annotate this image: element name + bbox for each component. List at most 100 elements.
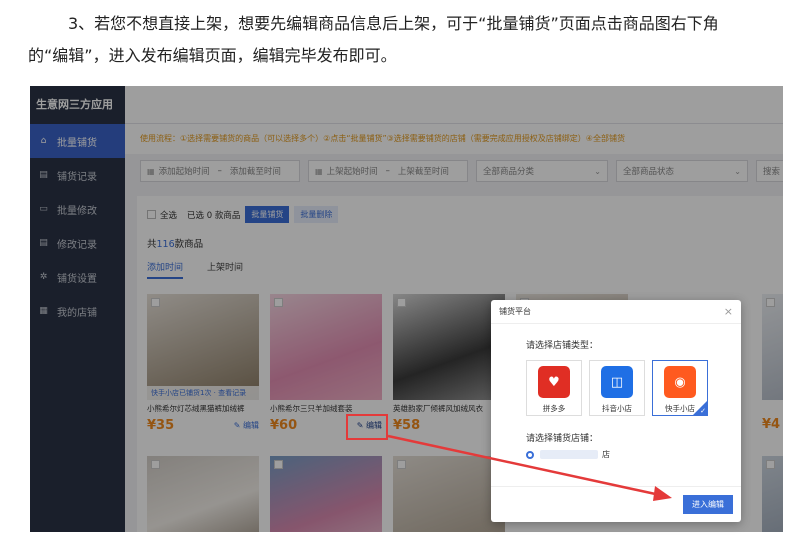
product-checkbox[interactable] — [397, 298, 406, 307]
product-image[interactable] — [270, 294, 382, 400]
record-icon: ▤ — [39, 238, 48, 248]
sidebar-item-edit-records[interactable]: ▤ 修改记录 — [30, 226, 125, 260]
edit-icon: ✎ — [233, 421, 241, 430]
search-input[interactable]: 搜索 — [756, 160, 783, 182]
sidebar-item-label: 我的店铺 — [57, 307, 97, 319]
selected-count: 已选 0 款商品 — [187, 210, 241, 221]
product-card[interactable] — [762, 456, 783, 532]
app-title: 生意网三方应用 — [36, 98, 113, 111]
top-bar — [125, 86, 783, 124]
modal-title: 铺货平台 — [499, 307, 531, 316]
product-image[interactable] — [762, 456, 783, 532]
calendar-icon: ▦ — [315, 166, 323, 176]
product-name: 小熊希尔灯芯绒黑猫裤加绒裤 — [147, 404, 245, 413]
sidebar-item-label: 批量铺货 — [57, 137, 97, 149]
tab-add-time[interactable]: 添加时间 — [147, 260, 184, 279]
platform-pinduoduo[interactable]: ♥ 拼多多 — [526, 360, 582, 416]
product-name: 小熊希尔三只羊加绒套装 — [270, 404, 353, 413]
product-checkbox[interactable] — [397, 460, 406, 469]
pinduoduo-logo-icon: ♥ — [538, 366, 570, 398]
platform-modal: 铺货平台 × 请选择店铺类型： ♥ 拼多多 ◫ 抖音小店 ◉ 快手小店 ✓ 请选… — [491, 300, 741, 522]
product-price: ¥58 — [393, 418, 421, 433]
add-start-placeholder: 添加起始时间 — [158, 167, 210, 177]
product-checkbox[interactable] — [274, 460, 283, 469]
product-image[interactable]: 快手小店已铺货1次 · 查看记录 — [147, 294, 259, 400]
product-image[interactable] — [147, 456, 259, 532]
platform-douyin[interactable]: ◫ 抖音小店 — [589, 360, 645, 416]
add-end-placeholder: 添加截至时间 — [229, 167, 281, 177]
enter-edit-button[interactable]: 进入编辑 — [683, 495, 733, 514]
product-checkbox[interactable] — [766, 460, 775, 469]
product-price: ¥60 — [270, 418, 298, 433]
product-card[interactable] — [270, 456, 382, 532]
list-icon: ▤ — [39, 170, 48, 180]
add-time-range[interactable]: ▦ 添加起始时间 – 添加截至时间 — [140, 160, 300, 182]
shop-label: 请选择铺货店铺： — [526, 434, 599, 444]
product-card[interactable] — [147, 456, 259, 532]
sidebar-item-listing-records[interactable]: ▤ 铺货记录 — [30, 158, 125, 192]
product-card[interactable]: 英雄韵家厂倾裤风加绒风衣 ¥58 — [393, 294, 505, 433]
product-checkbox[interactable] — [766, 298, 775, 307]
platform-options: ♥ 拼多多 ◫ 抖音小店 ◉ 快手小店 ✓ — [526, 360, 715, 416]
category-select[interactable]: 全部商品分类 ⌄ — [476, 160, 608, 182]
platform-name: 拼多多 — [542, 404, 566, 413]
sidebar-item-label: 批量修改 — [57, 205, 97, 217]
selection-bar: 全选 已选 0 款商品 批量铺货 批量删除 — [147, 206, 339, 223]
instruction-text: 3、若您不想直接上架，想要先编辑商品信息后上架，可于“批量铺货”页面点击商品图右… — [28, 8, 788, 72]
product-card[interactable]: 快手小店已铺货1次 · 查看记录 小熊希尔灯芯绒黑猫裤加绒裤 ¥35 ✎ 编辑 — [147, 294, 259, 433]
product-checkbox[interactable] — [274, 298, 283, 307]
batch-delete-button[interactable]: 批量删除 — [294, 206, 339, 223]
product-name: 英雄韵家厂倾裤风加绒风衣 — [393, 404, 483, 413]
shop-icon: ▦ — [39, 306, 48, 316]
product-card[interactable]: ¥4 — [762, 294, 783, 432]
calendar-icon: ▦ — [147, 166, 155, 176]
product-checkbox[interactable] — [151, 460, 160, 469]
close-icon[interactable]: × — [724, 305, 733, 318]
instruction-line-1: 3、若您不想直接上架，想要先编辑商品信息后上架，可于“批量铺货”页面点击商品图右… — [68, 14, 719, 33]
chevron-down-icon: ⌄ — [734, 166, 741, 176]
product-card[interactable]: 小熊希尔三只羊加绒套装 ¥60 ✎ 编辑 — [270, 294, 382, 433]
product-image[interactable] — [762, 294, 783, 400]
edit-button[interactable]: ✎ 编辑 — [234, 420, 259, 431]
edit-icon: ✎ — [356, 421, 364, 430]
edit-button-highlighted[interactable]: ✎ 编辑 — [357, 420, 382, 431]
product-card[interactable] — [393, 456, 505, 532]
usage-notice: 使用流程：①选择需要铺货的商品（可以选择多个）②点击“批量铺货”③选择需要铺货的… — [125, 124, 783, 154]
sidebar-item-label: 铺货记录 — [57, 171, 97, 183]
kuaishou-logo-icon: ◉ — [664, 366, 696, 398]
shop-radio[interactable] — [526, 450, 534, 459]
product-image[interactable] — [393, 294, 505, 400]
sidebar-item-batch-edit[interactable]: ▭ 批量修改 — [30, 192, 125, 226]
product-image[interactable] — [270, 456, 382, 532]
batch-listing-button[interactable]: 批量铺货 — [245, 206, 290, 223]
sidebar: 生意网三方应用 ⌂ 批量铺货 ▤ 铺货记录 ▭ 批量修改 ▤ 修改记录 ✲ 铺货… — [30, 86, 125, 532]
listed-banner[interactable]: 快手小店已铺货1次 · 查看记录 — [147, 386, 259, 400]
product-price: ¥4 — [762, 417, 781, 432]
sidebar-item-batch-listing[interactable]: ⌂ 批量铺货 — [30, 124, 125, 158]
sidebar-item-settings[interactable]: ✲ 铺货设置 — [30, 260, 125, 294]
tab-list-time[interactable]: 上架时间 — [207, 260, 243, 279]
shop-type-label: 请选择店铺类型： — [526, 341, 599, 351]
sidebar-item-my-shop[interactable]: ▦ 我的店铺 — [30, 294, 125, 328]
list-time-range[interactable]: ▦ 上架起始时间 – 上架截至时间 — [308, 160, 468, 182]
platform-kuaishou[interactable]: ◉ 快手小店 ✓ — [652, 360, 708, 416]
edit-icon: ▭ — [39, 204, 48, 214]
status-select[interactable]: 全部商品状态 ⌄ — [616, 160, 748, 182]
product-price: ¥35 — [147, 418, 175, 433]
product-total: 共116款商品 — [147, 239, 204, 250]
home-icon: ⌂ — [40, 136, 47, 146]
modal-footer: 进入编辑 — [491, 486, 741, 522]
shop-option[interactable]: 店 — [526, 449, 610, 460]
check-icon: ✓ — [700, 407, 706, 415]
sort-tabs: 添加时间 上架时间 — [147, 260, 267, 279]
select-all-checkbox[interactable] — [147, 210, 156, 219]
product-checkbox[interactable] — [151, 298, 160, 307]
list-end-placeholder: 上架截至时间 — [397, 167, 449, 177]
list-start-placeholder: 上架起始时间 — [326, 167, 378, 177]
select-all-label: 全选 — [160, 210, 178, 221]
product-image[interactable] — [393, 456, 505, 532]
platform-name: 抖音小店 — [602, 404, 632, 413]
platform-name: 快手小店 — [665, 404, 695, 413]
chevron-down-icon: ⌄ — [594, 166, 601, 176]
douyin-shop-logo-icon: ◫ — [601, 366, 633, 398]
